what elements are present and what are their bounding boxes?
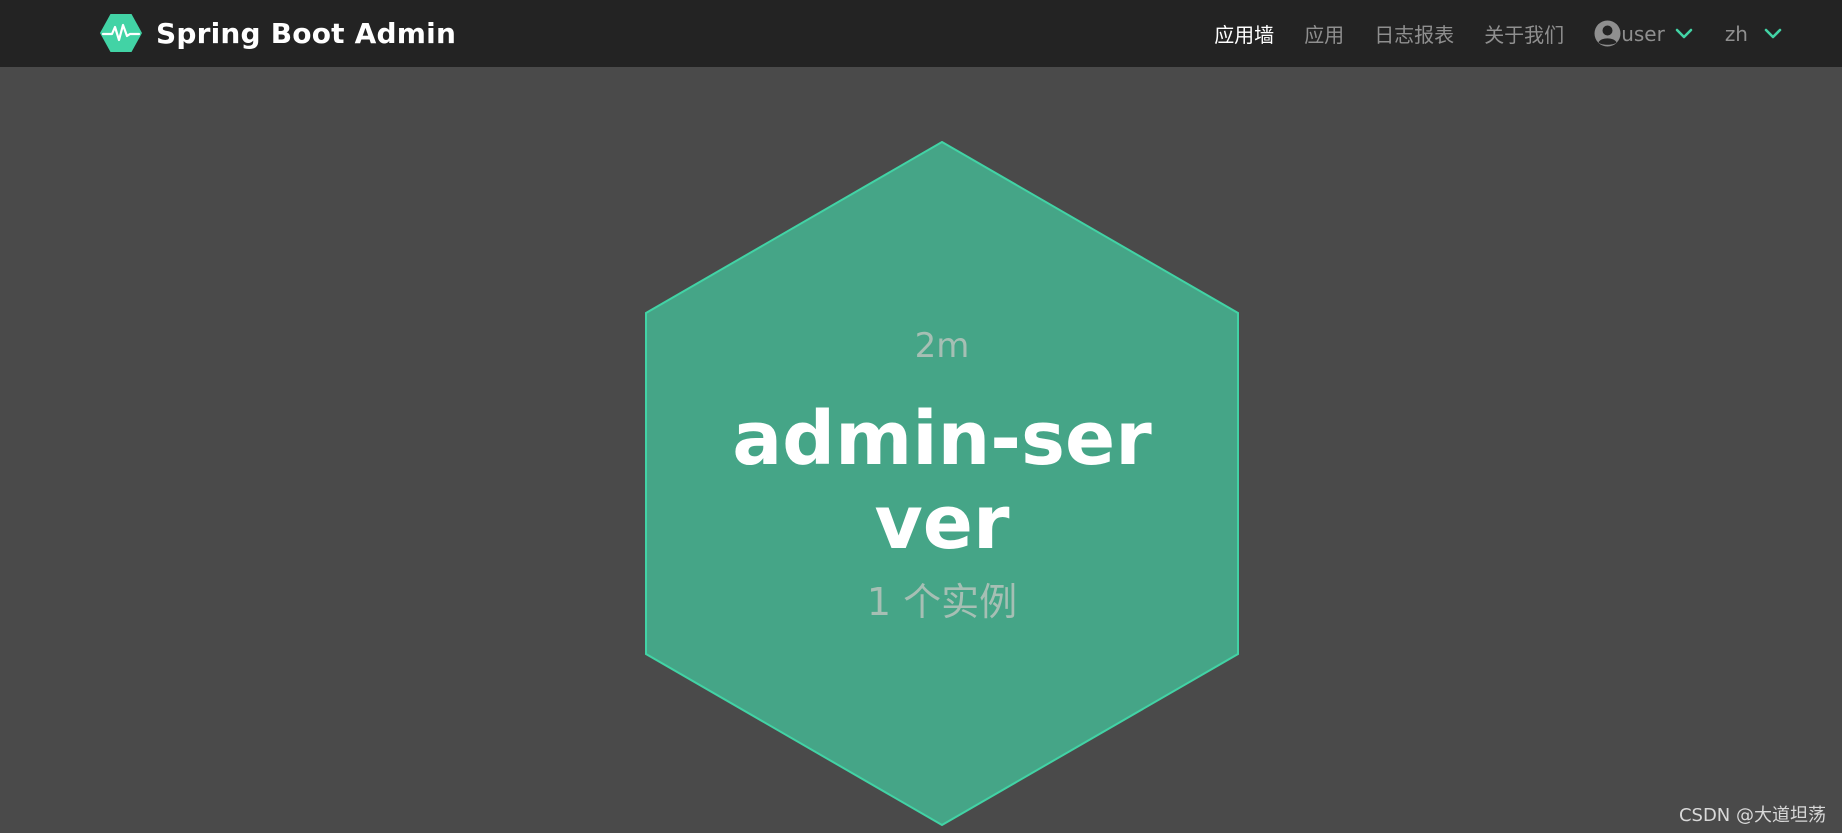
application-uptime: 2m (914, 326, 970, 366)
brand-title: Spring Boot Admin (156, 16, 457, 50)
application-name: admin-server (732, 396, 1152, 566)
hex-content: 2m admin-server 1 个实例 (644, 141, 1240, 826)
top-navbar: Spring Boot Admin 应用墙 应用 日志报表 关于我们 user … (0, 0, 1842, 67)
wallboard: 2m admin-server 1 个实例 (0, 67, 1842, 833)
application-instance-count: 1 个实例 (866, 580, 1018, 624)
chevron-down-icon (1675, 28, 1693, 38)
application-hex-tile[interactable]: 2m admin-server 1 个实例 (644, 141, 1240, 826)
nav-about[interactable]: 关于我们 (1484, 19, 1564, 48)
user-avatar-icon (1594, 20, 1621, 47)
nav-wallboard[interactable]: 应用墙 (1214, 19, 1274, 48)
heartbeat-hexagon-icon (100, 14, 142, 52)
user-name: user (1621, 21, 1665, 46)
main-nav: 应用墙 应用 日志报表 关于我们 user zh (1184, 0, 1782, 67)
language-label: zh (1724, 21, 1748, 46)
user-menu[interactable]: user (1594, 20, 1693, 47)
nav-journal[interactable]: 日志报表 (1374, 19, 1454, 48)
nav-applications[interactable]: 应用 (1304, 19, 1344, 48)
language-menu[interactable]: zh (1725, 22, 1782, 46)
brand-link[interactable]: Spring Boot Admin (100, 14, 456, 52)
watermark: CSDN @大道坦荡 (1678, 805, 1826, 826)
chevron-down-icon (1764, 28, 1782, 38)
